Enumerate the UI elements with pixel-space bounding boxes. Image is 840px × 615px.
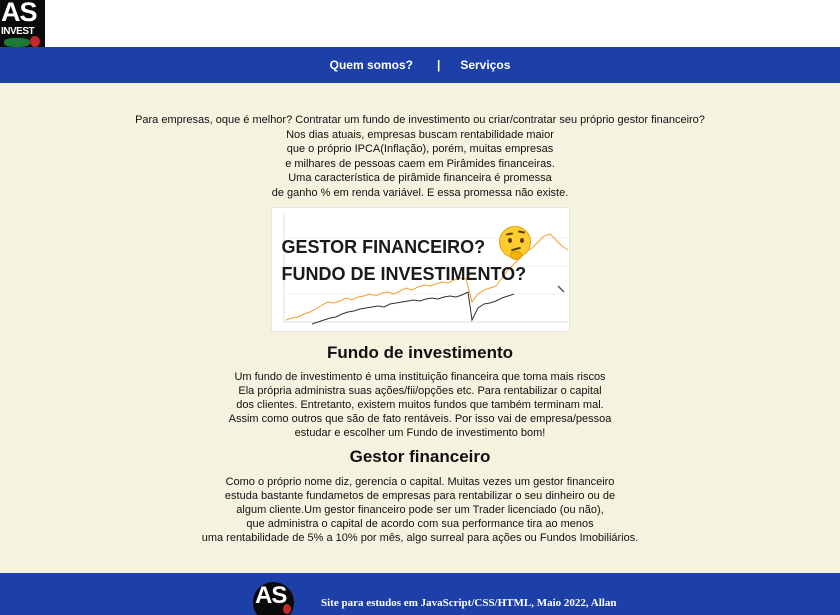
intro-line: de ganho % em renda variável. E essa pro… xyxy=(271,186,569,199)
logo-red-shape xyxy=(30,36,40,47)
main-nav: Quem somos? | Serviços xyxy=(0,47,840,83)
intro-line: Uma característica de pirâmide financeir… xyxy=(288,172,552,184)
footer-text: Site para estudos em JavaScript/CSS/HTML… xyxy=(321,597,617,609)
hero-image: GESTOR FINANCEIRO? FUNDO DE INVESTIMENTO… xyxy=(270,207,570,332)
hero-title-line2: FUNDO DE INVESTIMENTO? xyxy=(281,264,527,284)
footer: AS Site para estudos em JavaScript/CSS/H… xyxy=(0,573,840,615)
para-line: que administra o capital de acordo com s… xyxy=(246,518,594,530)
para-line: algum cliente.Um gestor financeiro pode … xyxy=(236,504,604,516)
para-line: dos clientes. Entretanto, existem muitos… xyxy=(236,399,604,411)
nav-separator: | xyxy=(436,58,441,72)
para-line: estudar e escolher um Fundo de investime… xyxy=(294,427,546,439)
intro-line: e milhares de pessoas caem em Pirâmides … xyxy=(285,157,555,170)
section-title-gestor: Gestor financeiro xyxy=(349,447,491,466)
section-title-fundo: Fundo de investimento xyxy=(326,343,514,362)
section-text-fundo: Um fundo de investimento é uma instituiç… xyxy=(0,370,840,440)
hero-title-line1: GESTOR FINANCEIRO? xyxy=(281,237,486,257)
para-line: Um fundo de investimento é uma instituiç… xyxy=(234,371,606,383)
footer-logo-text: AS xyxy=(255,582,287,609)
intro-line: Nos dias atuais, empresas buscam rentabi… xyxy=(286,128,554,141)
para-line: Ela própria administra suas ações/fii/op… xyxy=(238,385,602,397)
brand-logo[interactable]: AS INVEST xyxy=(0,0,45,47)
top-header: AS INVEST xyxy=(0,0,840,47)
para-line: Assim como outros que são de fato rentáv… xyxy=(228,413,612,425)
intro-line: que o próprio IPCA(Inflação), porém, mui… xyxy=(286,143,554,155)
section-text-gestor: Como o próprio nome diz, gerencia o capi… xyxy=(0,475,840,545)
logo-text-invest: INVEST xyxy=(1,26,35,37)
para-line: Como o próprio nome diz, gerencia o capi… xyxy=(225,476,615,488)
logo-green-shape xyxy=(4,38,30,47)
intro-text: Para empresas, oque é melhor? Contratar … xyxy=(0,113,840,200)
main-content: Para empresas, oque é melhor? Contratar … xyxy=(0,83,840,545)
para-line: estuda bastante fundametos de empresas p… xyxy=(224,490,616,502)
nav-link-servicos[interactable]: Serviços xyxy=(460,58,510,72)
intro-line: Para empresas, oque é melhor? Contratar … xyxy=(135,114,705,126)
logo-text-as: AS xyxy=(1,0,38,27)
para-line: uma rentabilidade de 5% a 10% por mês, a… xyxy=(201,532,639,544)
nav-link-quem-somos[interactable]: Quem somos? xyxy=(330,58,413,72)
footer-logo: AS xyxy=(251,580,296,615)
thinking-face-icon xyxy=(498,226,531,260)
